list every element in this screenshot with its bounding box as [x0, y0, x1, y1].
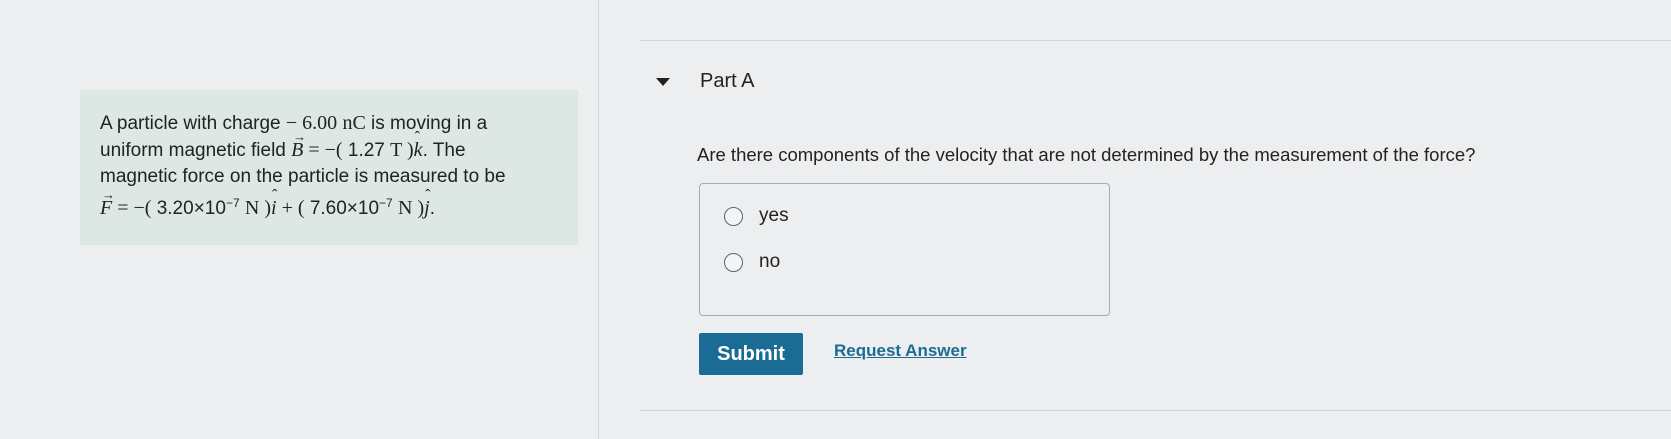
- option-label: yes: [759, 205, 789, 226]
- answer-options: yes no: [699, 183, 1110, 316]
- force-unit: N: [244, 197, 260, 219]
- problem-line-2: uniform magnetic field B = −( 1.27 T )k.…: [100, 124, 562, 164]
- column-divider: [598, 0, 599, 439]
- request-answer-link[interactable]: Request Answer: [834, 341, 967, 361]
- force-y-exponent: −7: [379, 196, 393, 210]
- force-unit: N: [398, 197, 413, 219]
- math-operator: + (: [276, 197, 305, 219]
- part-a-toggle[interactable]: Part A: [656, 70, 754, 93]
- i-unit-vector: i: [271, 183, 277, 221]
- math-operator: = −(: [303, 139, 343, 161]
- force-x-value: 3.20×10: [151, 198, 226, 219]
- part-top-divider: [640, 40, 1671, 41]
- problem-text: .: [429, 198, 435, 219]
- force-symbol: F: [100, 182, 115, 221]
- part-title: Part A: [700, 70, 755, 92]
- b-field-value: 1.27: [342, 140, 391, 161]
- page: A particle with charge − 6.00 nC is movi…: [0, 0, 1671, 439]
- problem-text: A particle with charge: [100, 113, 286, 134]
- problem-text: is moving in a: [365, 113, 488, 134]
- problem-line-1: A particle with charge − 6.00 nC is movi…: [100, 110, 562, 137]
- force-x-exponent: −7: [225, 196, 240, 210]
- problem-text: . The: [422, 140, 466, 161]
- option-yes[interactable]: yes: [724, 205, 789, 227]
- force-y-value: 7.60×10: [304, 198, 380, 219]
- part-bottom-divider: [640, 410, 1671, 411]
- b-field-unit: T: [390, 139, 402, 161]
- math-operator: ): [402, 139, 414, 161]
- problem-text: uniform magnetic field: [100, 140, 292, 161]
- b-field-symbol: B: [291, 124, 306, 163]
- option-label: no: [759, 251, 781, 272]
- problem-statement: A particle with charge − 6.00 nC is movi…: [80, 90, 578, 245]
- charge-unit: nC: [342, 112, 366, 134]
- radio-no[interactable]: [724, 252, 743, 272]
- problem-text: magnetic force on the particle is measur…: [100, 166, 506, 187]
- submit-button[interactable]: Submit: [699, 333, 803, 375]
- problem-line-3: magnetic force on the particle is measur…: [100, 164, 562, 190]
- radio-yes[interactable]: [724, 206, 743, 226]
- math-operator: = −(: [112, 197, 152, 219]
- option-no[interactable]: no: [724, 251, 780, 273]
- math-operator: ): [412, 197, 425, 219]
- problem-line-4: F = −( 3.20×10−7 N )i + ( 7.60×10−7 N )j…: [100, 182, 562, 222]
- caret-down-icon[interactable]: [656, 77, 670, 86]
- math-operator: ): [259, 197, 272, 219]
- question-text: Are there components of the velocity tha…: [697, 144, 1476, 165]
- k-unit-vector: k: [414, 125, 423, 163]
- j-unit-vector: j: [424, 183, 430, 221]
